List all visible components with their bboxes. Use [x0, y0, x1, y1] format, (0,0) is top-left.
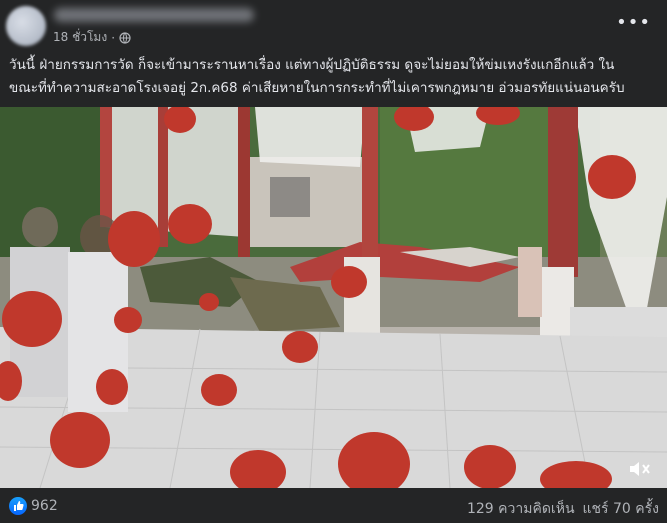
- dot-separator: ·: [111, 30, 116, 45]
- post-header: 18 ชั่วโมง · •••: [0, 0, 667, 50]
- post-meta: 18 ชั่วโมง ·: [53, 28, 131, 47]
- post-video[interactable]: [0, 107, 667, 488]
- reactions-bar: 962 129 ความคิดเห็น แชร์ 70 ครั้ง: [0, 488, 667, 523]
- caption-line-2: ขณะที่ทำความสะอาดโรงเจอยู่ 2ก.ค68 ค่าเสี…: [9, 80, 625, 96]
- more-horizontal-icon[interactable]: •••: [616, 12, 651, 33]
- comments-count[interactable]: 129 ความคิดเห็น: [467, 498, 575, 520]
- like-count[interactable]: 962: [31, 498, 58, 514]
- author-name-blurred[interactable]: [54, 8, 254, 22]
- shares-count[interactable]: แชร์ 70 ครั้ง: [583, 498, 659, 520]
- thumbs-up-icon: [14, 501, 24, 511]
- engagement-stats: 129 ความคิดเห็น แชร์ 70 ครั้ง: [467, 498, 659, 520]
- like-badge[interactable]: [9, 497, 27, 515]
- mute-speaker-icon[interactable]: [627, 459, 653, 479]
- post-time[interactable]: 18 ชั่วโมง: [53, 28, 107, 47]
- video-frame: [0, 107, 667, 488]
- globe-icon: [119, 31, 131, 44]
- author-avatar[interactable]: [6, 6, 46, 46]
- post-caption: วันนี้ ฝ่ายกรรมการวัด ก็จะเข้ามาระรานหาเ…: [0, 50, 667, 107]
- caption-line-1: วันนี้ ฝ่ายกรรมการวัด ก็จะเข้ามาระรานหาเ…: [9, 57, 615, 73]
